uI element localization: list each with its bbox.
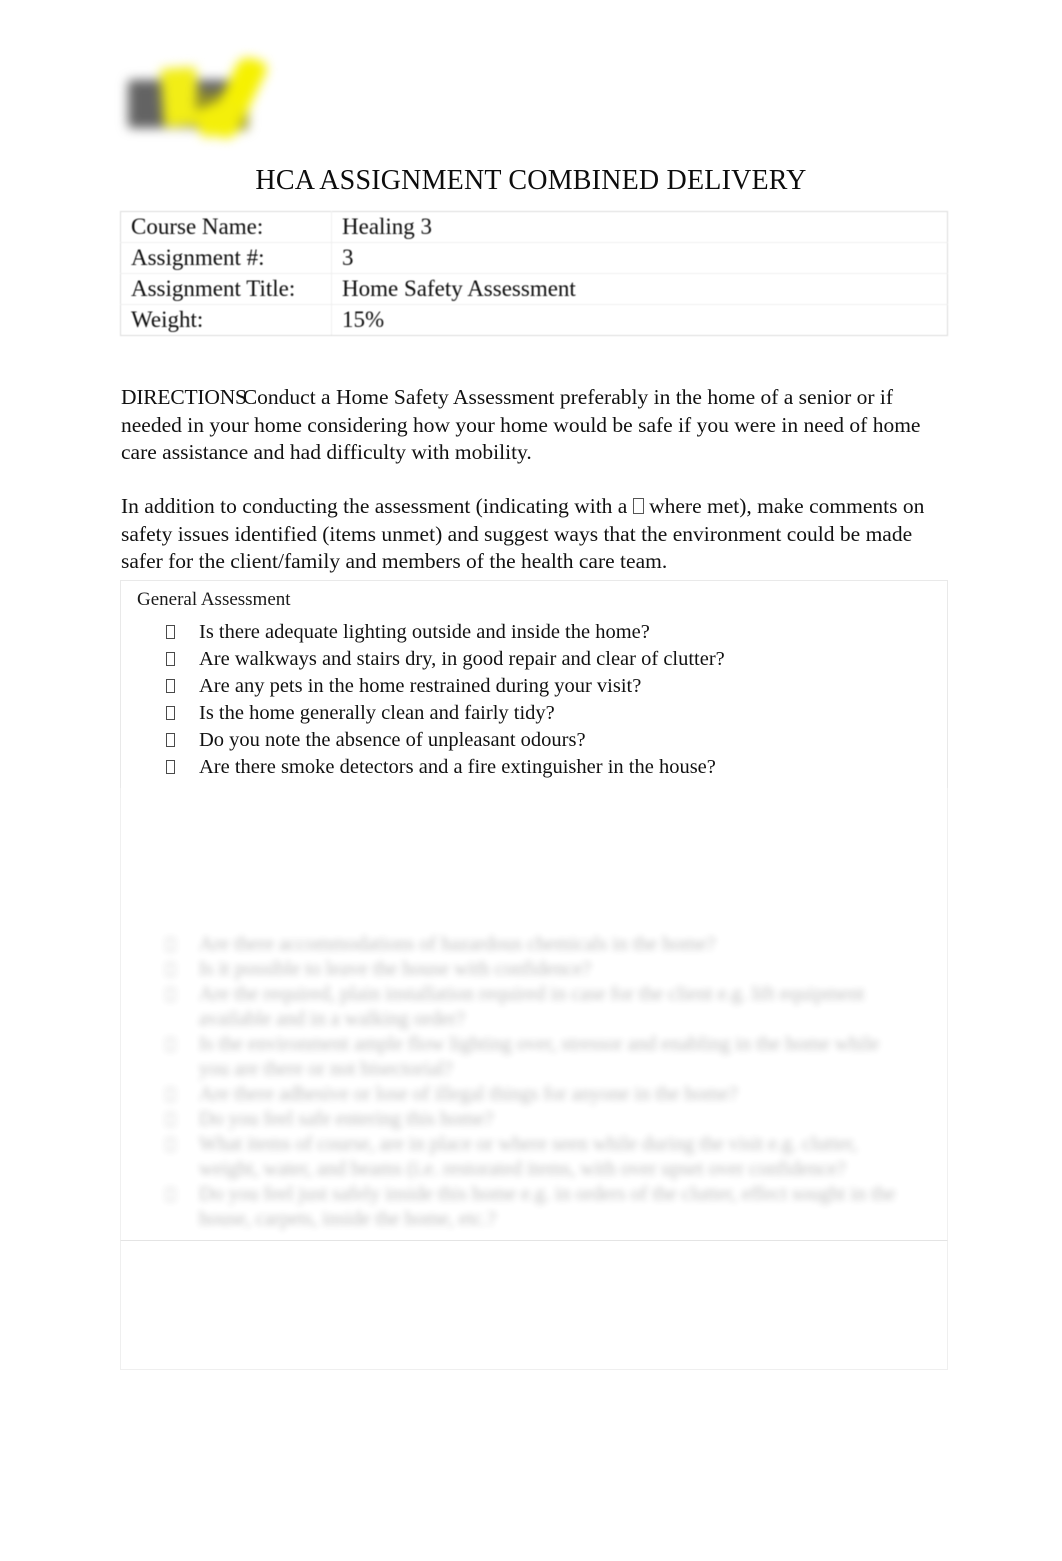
checkbox-glyph-icon[interactable] (166, 1138, 175, 1151)
list-item-label: Are there accommodations of hazardous ch… (199, 933, 716, 955)
continuation-assessment-list: Are there accommodations of hazardous ch… (121, 932, 949, 1232)
checkbox-glyph-icon[interactable] (166, 1038, 175, 1051)
document-page: HCA ASSIGNMENT COMBINED DELIVERY Course … (0, 0, 1062, 1561)
list-item[interactable]: Do you feel safe entering this home? (121, 1107, 949, 1132)
list-item[interactable]: Are there adhesive or lose of illegal th… (121, 1082, 949, 1107)
checkbox-glyph-icon[interactable] (166, 679, 175, 693)
comments-box (120, 1240, 948, 1370)
directions-label: DIRECTIONS (121, 385, 247, 409)
table-row: Assignment #: 3 (120, 242, 948, 274)
info-label-weight: Weight: (120, 304, 332, 336)
checkbox-glyph-icon[interactable] (166, 1188, 175, 1201)
table-row: Weight: 15% (120, 304, 948, 336)
list-item[interactable]: Are there smoke detectors and a fire ext… (121, 754, 949, 781)
list-item-label: Do you feel safe entering this home? (199, 1108, 494, 1130)
list-item[interactable]: Is the home generally clean and fairly t… (121, 700, 949, 727)
checkbox-glyph-icon[interactable] (166, 963, 175, 976)
assignment-info-table: Course Name: Healing 3 Assignment #: 3 A… (120, 211, 948, 336)
info-value-course-name: Healing 3 (331, 211, 948, 243)
list-item[interactable]: Do you note the absence of unpleasant od… (121, 727, 949, 754)
list-item-label: Is there adequate lighting outside and i… (199, 621, 650, 643)
info-label-assignment-title: Assignment Title: (120, 273, 332, 305)
directions-paragraph: DIRECTIONSConduct a Home Safety Assessme… (121, 384, 933, 467)
page-title: HCA ASSIGNMENT COMBINED DELIVERY (255, 165, 807, 196)
list-item[interactable]: Are walkways and stairs dry, in good rep… (121, 646, 949, 673)
checkbox-glyph-icon[interactable] (166, 938, 175, 951)
checkmark-glyph-icon (632, 498, 644, 514)
checkbox-glyph-icon[interactable] (166, 625, 175, 639)
info-value-assignment-title: Home Safety Assessment (331, 273, 948, 305)
list-item-label: Are any pets in the home restrained duri… (199, 675, 642, 697)
company-logo-icon (118, 38, 328, 160)
list-item-label: Do you feel just safely inside this home… (199, 1183, 896, 1230)
checkbox-glyph-icon[interactable] (166, 988, 175, 1001)
list-item-label: Is it possible to leave the house with c… (199, 958, 592, 980)
list-item[interactable]: Are there accommodations of hazardous ch… (121, 932, 949, 957)
checkbox-glyph-icon[interactable] (166, 1088, 175, 1101)
info-value-weight: 15% (331, 304, 948, 336)
list-item[interactable]: Is the environment ample flow lighting o… (121, 1032, 949, 1082)
checkbox-glyph-icon[interactable] (166, 652, 175, 666)
general-assessment-list: Is there adequate lighting outside and i… (121, 619, 949, 781)
list-item-label: What items of course, are in place or wh… (199, 1133, 858, 1180)
list-item[interactable]: Do you feel just safely inside this home… (121, 1182, 949, 1232)
general-assessment-box: General Assessment Is there adequate lig… (120, 580, 948, 788)
instructions-text-before: In addition to conducting the assessment… (121, 494, 628, 518)
table-row: Course Name: Healing 3 (120, 211, 948, 243)
general-assessment-heading: General Assessment (137, 589, 291, 610)
checkbox-glyph-icon[interactable] (166, 733, 175, 747)
list-item-label: Do you note the absence of unpleasant od… (199, 729, 586, 751)
list-item-label: Are walkways and stairs dry, in good rep… (199, 648, 725, 670)
checkbox-glyph-icon[interactable] (166, 760, 175, 774)
list-item[interactable]: What items of course, are in place or wh… (121, 1132, 949, 1182)
list-item-label: Are there adhesive or lose of illegal th… (199, 1083, 738, 1105)
assessment-instructions-paragraph: In addition to conducting the assessment… (121, 493, 933, 576)
list-item-label: Are there smoke detectors and a fire ext… (199, 756, 716, 778)
list-item[interactable]: Is it possible to leave the house with c… (121, 957, 949, 982)
list-item[interactable]: Are the required, plain installation req… (121, 982, 949, 1032)
info-value-assignment-number: 3 (331, 242, 948, 274)
list-item[interactable]: Are any pets in the home restrained duri… (121, 673, 949, 700)
info-label-assignment-number: Assignment #: (120, 242, 332, 274)
list-item-label: Is the home generally clean and fairly t… (199, 702, 555, 724)
assessment-box-continuation (120, 788, 948, 930)
list-item-label: Is the environment ample flow lighting o… (199, 1033, 880, 1080)
continuation-assessment-box: Are there accommodations of hazardous ch… (120, 930, 948, 1240)
table-row: Assignment Title: Home Safety Assessment (120, 273, 948, 305)
list-item[interactable]: Is there adequate lighting outside and i… (121, 619, 949, 646)
info-label-course-name: Course Name: (120, 211, 332, 243)
list-item-label: Are the required, plain installation req… (199, 983, 865, 1030)
checkbox-glyph-icon[interactable] (166, 1113, 175, 1126)
checkbox-glyph-icon[interactable] (166, 706, 175, 720)
